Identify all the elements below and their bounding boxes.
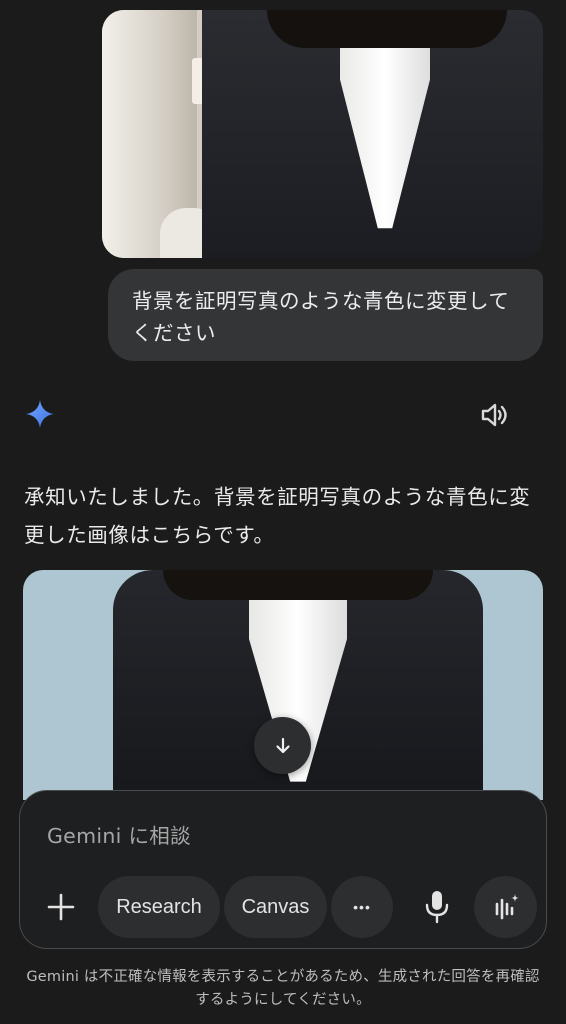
hair [163, 570, 433, 600]
research-chip[interactable]: Research [98, 876, 220, 938]
microphone-button[interactable] [420, 886, 454, 928]
footer-disclaimer: Gemini は不正確な情報を表示することがあるため、生成された回答を再確認する… [26, 969, 540, 1008]
arrow-down-icon [275, 737, 290, 753]
hair [267, 10, 507, 48]
speaker-icon[interactable] [478, 399, 510, 431]
microphone-icon [425, 891, 449, 924]
plus-icon [47, 893, 75, 921]
gemini-spark-icon [24, 398, 56, 430]
user-message-text: 背景を証明写真のような青色に変更してください [132, 289, 510, 345]
more-horizontal-icon: ••• [353, 899, 371, 915]
user-message-bubble: 背景を証明写真のような青色に変更してください [108, 269, 543, 361]
user-uploaded-image[interactable] [102, 10, 543, 258]
assistant-response-text: 承知いたしました。背景を証明写真のような青色に変更した画像はこちらです。 [24, 485, 531, 547]
live-mode-button[interactable] [474, 876, 537, 938]
add-attachment-button[interactable] [38, 884, 84, 930]
canvas-chip[interactable]: Canvas [224, 876, 327, 938]
live-waveform-icon [495, 894, 519, 920]
prompt-input[interactable]: Gemini に相談 [47, 819, 191, 849]
scroll-down-button[interactable] [254, 717, 311, 774]
more-tools-button[interactable]: ••• [331, 876, 393, 938]
